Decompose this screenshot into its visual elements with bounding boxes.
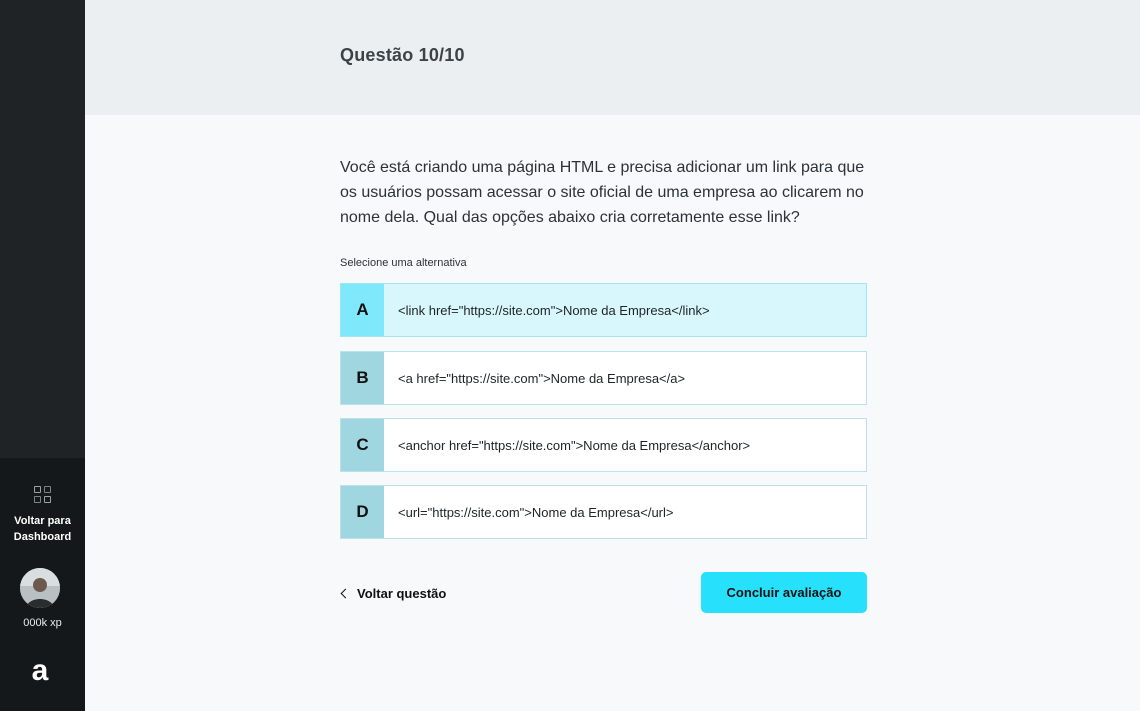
option-text: <url="https://site.com">Nome da Empresa<… <box>398 504 674 520</box>
dashboard-label: Voltar para Dashboard <box>13 515 72 543</box>
finish-assessment-button[interactable]: Concluir avaliação <box>701 572 867 613</box>
option-letter: B <box>341 352 384 404</box>
option-text: <anchor href="https://site.com">Nome da … <box>398 437 751 453</box>
previous-question-label: Voltar questão <box>357 585 447 601</box>
option-letter: A <box>341 284 384 336</box>
option-letter: D <box>341 486 384 538</box>
avatar[interactable] <box>20 568 60 608</box>
question-header <box>85 0 1140 115</box>
option-a[interactable]: A <link href="https://site.com">Nome da … <box>340 283 867 337</box>
option-text: <link href="https://site.com">Nome da Em… <box>398 302 710 318</box>
dashboard-grid-icon <box>33 486 52 504</box>
page-title: Questão 10/10 <box>340 45 465 65</box>
option-letter: C <box>341 419 384 471</box>
brand-logo[interactable]: a <box>27 654 53 688</box>
xp-counter: 000k xp <box>23 617 62 629</box>
select-hint: Selecione uma alternativa <box>340 257 467 269</box>
question-text: Você está criando uma página HTML e prec… <box>340 159 865 226</box>
option-c[interactable]: C <anchor href="https://site.com">Nome d… <box>340 418 867 472</box>
option-text: <a href="https://site.com">Nome da Empre… <box>398 370 686 386</box>
option-b[interactable]: B <a href="https://site.com">Nome da Emp… <box>340 351 867 405</box>
chevron-left-icon <box>340 588 351 598</box>
option-d[interactable]: D <url="https://site.com">Nome da Empres… <box>340 485 867 539</box>
previous-question-button[interactable]: Voltar questão <box>340 584 446 602</box>
back-to-dashboard-button[interactable]: Voltar para Dashboard <box>0 486 85 545</box>
